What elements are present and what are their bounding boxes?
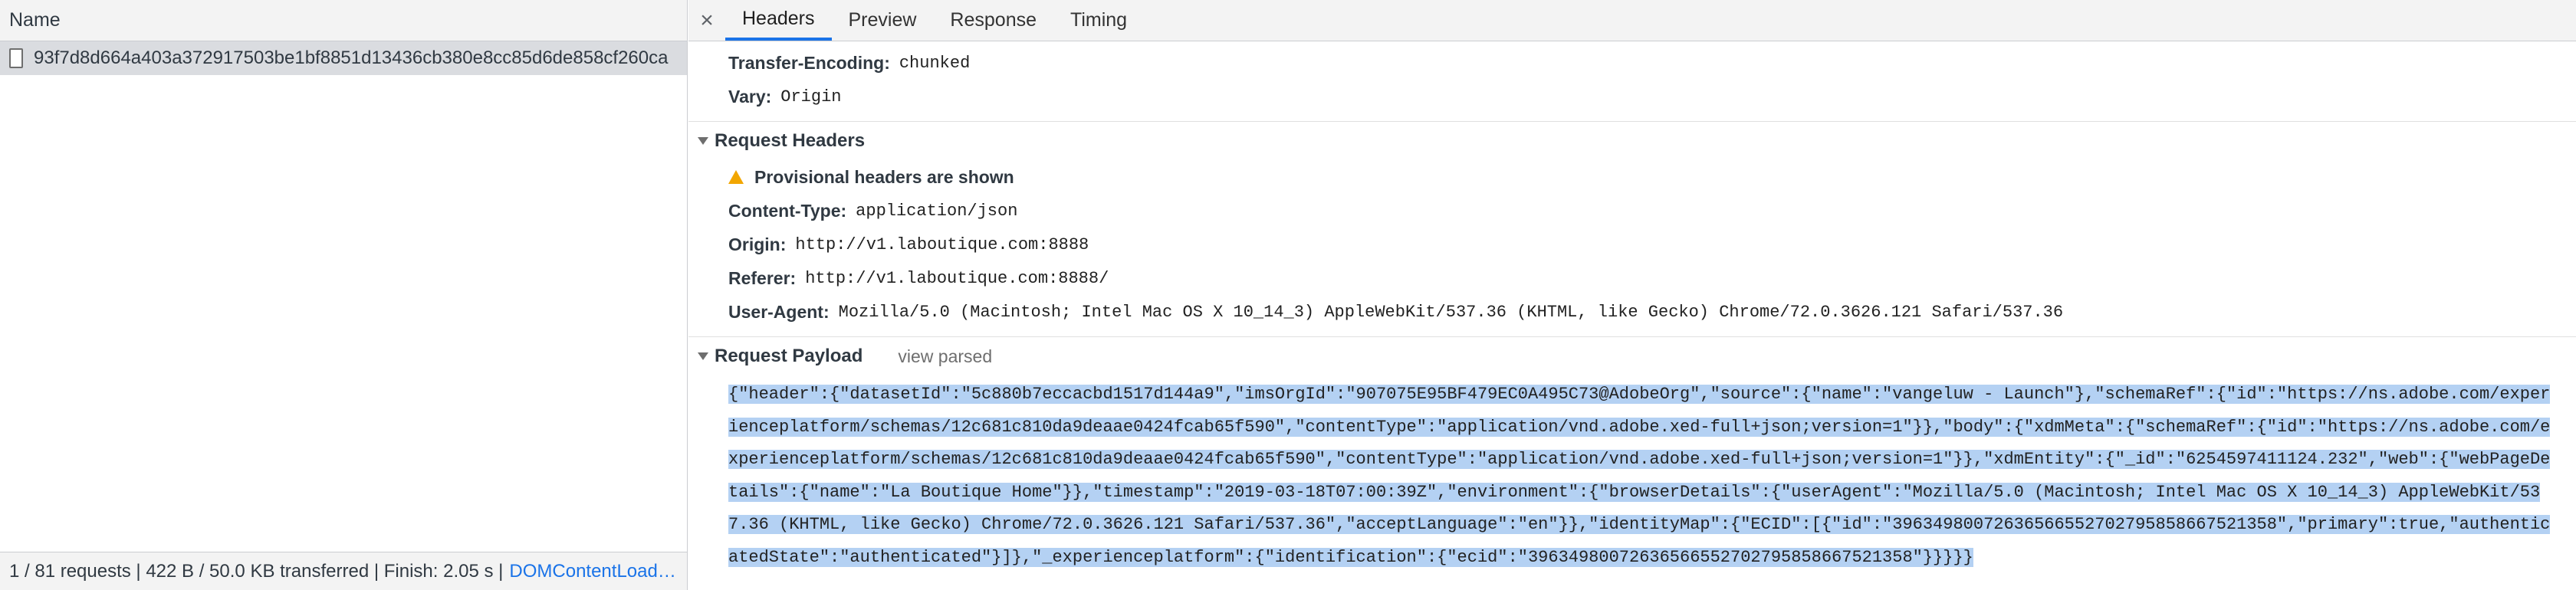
header-row: Origin: http://v1.laboutique.com:8888 <box>688 228 2576 261</box>
status-summary: 1 / 81 requests | 422 B / 50.0 KB transf… <box>9 560 504 582</box>
header-name: Referer: <box>728 267 797 288</box>
warning-icon <box>728 170 744 184</box>
request-name: 93f7d8d664a403a372917503be1bf8851d13436c… <box>34 48 669 68</box>
payload-text: {"header":{"datasetId":"5c880b7eccacbd15… <box>728 385 2551 567</box>
header-row: Vary: Origin <box>688 80 2576 113</box>
header-value: http://v1.laboutique.com:8888 <box>795 234 1089 254</box>
provisional-headers-warning: Provisional headers are shown <box>688 160 2576 194</box>
tab-headers[interactable]: Headers <box>725 0 832 41</box>
view-parsed-link[interactable]: view parsed <box>898 346 992 367</box>
header-name: User-Agent: <box>728 301 830 322</box>
request-headers-section-toggle[interactable]: Request Headers <box>688 122 2576 160</box>
tab-preview[interactable]: Preview <box>832 0 934 41</box>
request-payload-title: Request Payload <box>715 346 863 366</box>
header-row: Referer: http://v1.laboutique.com:8888/ <box>688 261 2576 295</box>
close-icon[interactable]: × <box>688 0 725 41</box>
warning-text: Provisional headers are shown <box>754 166 1014 187</box>
network-request-list: Name 93f7d8d664a403a372917503be1bf8851d1… <box>0 0 688 590</box>
name-column-label: Name <box>9 9 61 31</box>
header-row: Transfer-Encoding: chunked <box>688 46 2576 80</box>
header-value: chunked <box>899 53 971 73</box>
header-value: http://v1.laboutique.com:8888/ <box>805 268 1109 288</box>
domcontentloaded-link[interactable]: DOMContentLoad… <box>509 561 675 582</box>
disclosure-triangle-icon <box>698 352 708 360</box>
request-payload-section-toggle[interactable]: Request Payload view parsed <box>688 337 2576 375</box>
header-row: Content-Type: application/json <box>688 194 2576 228</box>
header-value: Mozilla/5.0 (Macintosh; Intel Mac OS X 1… <box>838 302 2064 322</box>
header-row: User-Agent: Mozilla/5.0 (Macintosh; Inte… <box>688 295 2576 329</box>
header-value: Origin <box>780 87 842 107</box>
request-row[interactable]: 93f7d8d664a403a372917503be1bf8851d13436c… <box>0 41 687 75</box>
detail-tabbar: × Headers Preview Response Timing <box>688 0 2576 41</box>
header-value: application/json <box>856 201 1018 221</box>
header-name: Origin: <box>728 234 787 254</box>
request-headers-title: Request Headers <box>715 130 866 151</box>
request-payload-body[interactable]: {"header":{"datasetId":"5c880b7eccacbd15… <box>728 379 2558 574</box>
request-detail-pane: × Headers Preview Response Timing Transf… <box>688 0 2576 590</box>
tab-timing[interactable]: Timing <box>1053 0 1144 41</box>
name-column-header[interactable]: Name <box>0 0 687 41</box>
header-name: Vary: <box>728 86 772 107</box>
file-icon <box>9 48 23 68</box>
network-status-bar: 1 / 81 requests | 422 B / 50.0 KB transf… <box>0 552 687 590</box>
header-name: Content-Type: <box>728 200 847 221</box>
tab-response[interactable]: Response <box>933 0 1053 41</box>
disclosure-triangle-icon <box>698 137 708 145</box>
header-name: Transfer-Encoding: <box>728 52 890 73</box>
headers-content: Transfer-Encoding: chunked Vary: Origin … <box>688 41 2576 574</box>
